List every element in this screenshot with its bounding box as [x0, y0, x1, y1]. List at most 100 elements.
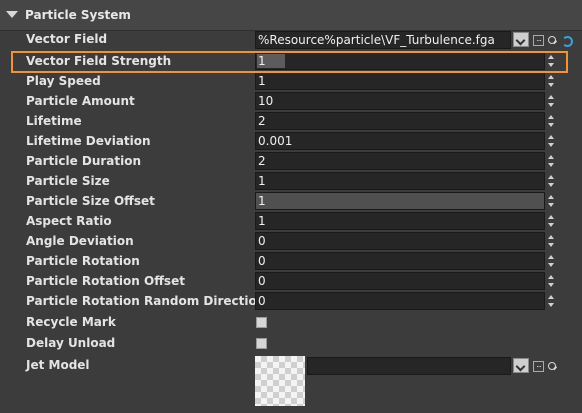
spinbox-field[interactable]: 1	[255, 172, 545, 190]
jet-model-thumbnail[interactable]	[255, 356, 305, 406]
spin-down-icon[interactable]	[548, 243, 554, 247]
property-label: Play Speed	[26, 74, 101, 88]
spin-arrows[interactable]	[547, 192, 557, 210]
spin-up-icon[interactable]	[548, 255, 554, 259]
spin-arrows[interactable]	[547, 112, 557, 130]
section-title: Particle System	[25, 8, 131, 22]
search-icon[interactable]	[548, 36, 556, 44]
spin-arrows[interactable]	[547, 232, 557, 250]
spin-down-icon[interactable]	[548, 263, 554, 267]
property-row: Delay Unload	[0, 333, 582, 353]
spin-up-icon[interactable]	[548, 295, 554, 299]
recycle-mark-checkbox[interactable]	[256, 317, 267, 328]
spin-up-icon[interactable]	[548, 95, 554, 99]
spin-down-icon[interactable]	[548, 203, 554, 207]
spinbox-field[interactable]: 0	[255, 252, 545, 270]
property-label: Lifetime Deviation	[26, 134, 151, 148]
dropdown-button[interactable]	[513, 32, 529, 47]
spinbox-field[interactable]: 0	[255, 272, 545, 290]
property-row: Recycle Mark	[0, 312, 582, 332]
spin-down-icon[interactable]	[548, 143, 554, 147]
browse-dots-icon[interactable]: ...	[533, 35, 544, 46]
field-value: 2	[258, 114, 266, 128]
property-row: Lifetime 2	[0, 111, 582, 131]
spinbox-field[interactable]: 0	[255, 292, 545, 310]
spinbox-field[interactable]: 1	[255, 192, 545, 210]
property-row: Particle Size Offset 1	[0, 191, 582, 211]
spin-arrows[interactable]	[547, 152, 557, 170]
property-row: Particle Rotation Random Direction 0	[0, 291, 582, 311]
field-value: 10	[258, 94, 274, 108]
field-value: %Resource%particle\VF_Turbulence.fga	[258, 33, 495, 47]
spin-arrows[interactable]	[547, 172, 557, 190]
field-value: 1	[258, 194, 266, 208]
dropdown-button[interactable]	[513, 358, 529, 373]
spin-arrows[interactable]	[547, 252, 557, 270]
field-value: 0.001	[258, 134, 293, 148]
section-header[interactable]: Particle System	[0, 0, 582, 31]
spin-up-icon[interactable]	[548, 275, 554, 279]
spinbox-field[interactable]: 2	[255, 152, 545, 170]
field-value: 0	[258, 234, 266, 248]
spin-up-icon[interactable]	[548, 75, 554, 79]
property-row: Particle Rotation 0	[0, 251, 582, 271]
property-row: Particle Amount 10	[0, 91, 582, 111]
property-row: Particle Duration 2	[0, 151, 582, 171]
spin-arrows[interactable]	[547, 92, 557, 110]
spin-arrows[interactable]	[547, 132, 557, 150]
spin-arrows[interactable]	[547, 72, 557, 90]
property-row: Aspect Ratio 1	[0, 211, 582, 231]
spinbox-field[interactable]: 1	[255, 72, 545, 90]
property-label: Jet Model	[26, 358, 90, 372]
spinbox-field[interactable]: 10	[255, 92, 545, 110]
spin-up-icon[interactable]	[548, 235, 554, 239]
spin-up-icon[interactable]	[548, 175, 554, 179]
property-row: Particle Rotation Offset 0	[0, 271, 582, 291]
spin-up-icon[interactable]	[548, 115, 554, 119]
property-label: Particle Rotation Random Direction	[26, 294, 266, 308]
spin-down-icon[interactable]	[548, 123, 554, 127]
property-row-vector-field: Vector Field %Resource%particle\VF_Turbu…	[0, 30, 582, 50]
spin-down-icon[interactable]	[548, 103, 554, 107]
search-icon[interactable]	[548, 362, 556, 370]
spin-down-icon[interactable]	[548, 183, 554, 187]
field-value: 2	[258, 154, 266, 168]
field-value: 0	[258, 294, 266, 308]
spin-arrows[interactable]	[547, 292, 557, 310]
property-row: Play Speed 1	[0, 71, 582, 91]
spin-arrows[interactable]	[547, 212, 557, 230]
collapse-triangle-icon[interactable]	[6, 11, 18, 18]
highlight-frame	[11, 51, 568, 73]
spin-down-icon[interactable]	[548, 303, 554, 307]
spin-up-icon[interactable]	[548, 195, 554, 199]
spinbox-field[interactable]: 0	[255, 232, 545, 250]
property-row: Particle Size 1	[0, 171, 582, 191]
property-row: Lifetime Deviation 0.001	[0, 131, 582, 151]
property-label: Angle Deviation	[26, 234, 134, 248]
spinbox-field[interactable]: 0.001	[255, 132, 545, 150]
spinbox-field[interactable]: 2	[255, 112, 545, 130]
spin-down-icon[interactable]	[548, 283, 554, 287]
property-label: Particle Rotation	[26, 254, 140, 268]
jet-model-field[interactable]	[307, 357, 511, 375]
spin-up-icon[interactable]	[548, 135, 554, 139]
spin-down-icon[interactable]	[548, 83, 554, 87]
vector-field-path-field[interactable]: %Resource%particle\VF_Turbulence.fga	[255, 31, 511, 49]
browse-dots-icon[interactable]: ...	[533, 361, 544, 372]
property-label: Lifetime	[26, 114, 82, 128]
spin-up-icon[interactable]	[548, 215, 554, 219]
spin-up-icon[interactable]	[548, 155, 554, 159]
spin-down-icon[interactable]	[548, 163, 554, 167]
spin-arrows[interactable]	[547, 272, 557, 290]
property-label: Vector Field	[26, 32, 108, 46]
property-label: Particle Amount	[26, 94, 135, 108]
spin-down-icon[interactable]	[548, 223, 554, 227]
field-value: 1	[258, 74, 266, 88]
field-value: 0	[258, 274, 266, 288]
reset-icon[interactable]	[562, 36, 573, 47]
field-value: 1	[258, 214, 266, 228]
delay-unload-checkbox[interactable]	[256, 338, 267, 349]
field-value: 1	[258, 174, 266, 188]
property-label: Particle Rotation Offset	[26, 274, 185, 288]
spinbox-field[interactable]: 1	[255, 212, 545, 230]
